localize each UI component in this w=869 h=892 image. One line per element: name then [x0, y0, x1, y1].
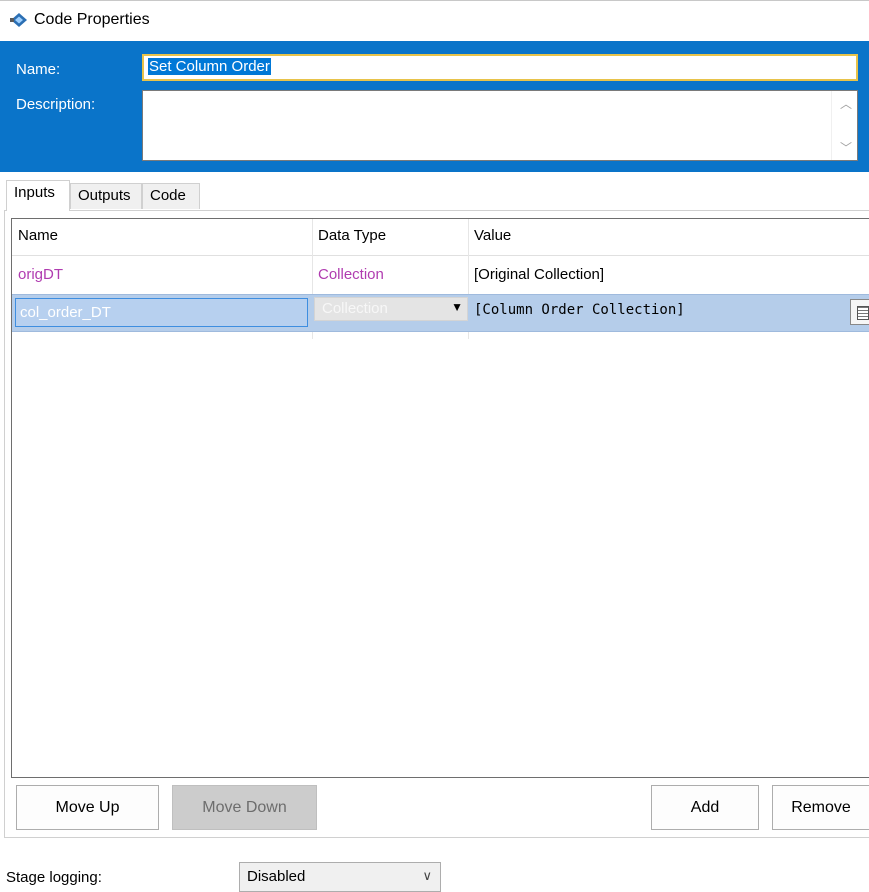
window-title: Code Properties — [34, 11, 150, 28]
inputs-panel: Name Data Type Value origDT Collection [… — [4, 210, 869, 838]
stage-logging-value: Disabled — [247, 868, 306, 885]
chevron-down-icon[interactable]: ∨ — [422, 868, 432, 884]
chevron-down-icon[interactable]: ▼ — [451, 300, 463, 314]
tab-inputs-label: Inputs — [14, 184, 55, 201]
description-label: Description: — [16, 96, 96, 113]
table-row[interactable]: origDT Collection [Original Collection] — [12, 256, 869, 294]
stage-logging-dropdown[interactable]: Disabled ∨ — [239, 862, 441, 892]
inputs-grid: Name Data Type Value origDT Collection [… — [11, 218, 869, 778]
column-header-data-type[interactable]: Data Type — [312, 219, 468, 256]
row-name-cell[interactable]: origDT — [12, 256, 312, 294]
data-type-dropdown-value: Collection — [322, 300, 388, 317]
description-field[interactable]: ︿ ﹀ — [142, 90, 858, 161]
row-data-type-cell[interactable]: Collection — [312, 256, 468, 294]
remove-button[interactable]: Remove — [772, 785, 869, 830]
table-row-selected[interactable]: col_order_DT Collection ▼ [Column Order … — [12, 294, 869, 332]
move-up-button[interactable]: Move Up — [16, 785, 159, 830]
stage-logging-label: Stage logging: — [6, 869, 102, 886]
move-down-button[interactable]: Move Down — [172, 785, 317, 830]
name-field-value: Set Column Order — [148, 58, 271, 75]
add-button[interactable]: Add — [651, 785, 759, 830]
grid-header: Name Data Type Value — [12, 219, 869, 256]
row-value-cell[interactable]: [Original Collection] — [468, 256, 868, 294]
row-value-cell[interactable]: [Column Order Collection] — [468, 295, 848, 333]
scroll-down-icon[interactable]: ﹀ — [840, 139, 852, 156]
tab-outputs-label: Outputs — [78, 187, 131, 204]
properties-header: Name: Set Column Order Description: ︿ ﹀ — [0, 41, 869, 172]
tab-inputs[interactable]: Inputs — [6, 180, 70, 211]
title-bar: Code Properties — [0, 0, 869, 40]
name-label: Name: — [16, 61, 61, 78]
code-stage-icon — [10, 13, 27, 27]
data-type-dropdown[interactable]: Collection ▼ — [314, 297, 468, 321]
tab-outputs[interactable]: Outputs — [70, 183, 142, 209]
name-field[interactable]: Set Column Order — [142, 54, 858, 81]
column-header-value[interactable]: Value — [468, 219, 868, 256]
column-header-name[interactable]: Name — [12, 219, 312, 256]
tab-code[interactable]: Code — [142, 183, 200, 209]
row-name-editor[interactable]: col_order_DT — [15, 298, 308, 327]
scroll-up-icon[interactable]: ︿ — [840, 95, 852, 112]
tab-code-label: Code — [150, 187, 186, 204]
calculator-icon — [857, 306, 869, 320]
expression-editor-button[interactable] — [850, 299, 869, 325]
description-scrollbar[interactable]: ︿ ﹀ — [831, 91, 857, 160]
